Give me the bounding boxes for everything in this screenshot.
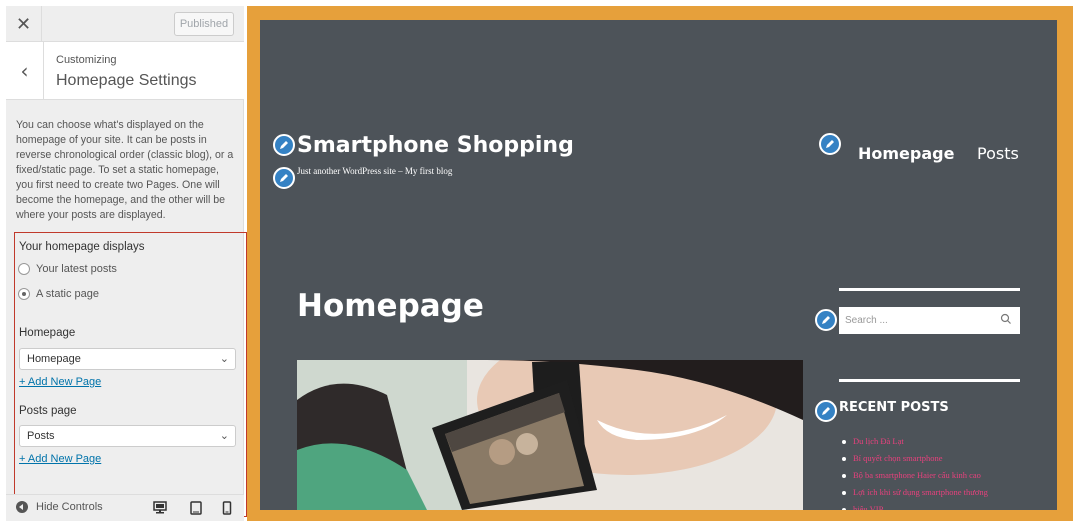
featured-image (297, 360, 803, 510)
collapse-icon (16, 501, 28, 513)
radio-label: A static page (36, 288, 99, 300)
featured-image-photo (297, 360, 803, 510)
back-button[interactable]: ‹ (6, 42, 44, 100)
hide-controls-label: Hide Controls (36, 501, 103, 513)
chevron-left-icon: ‹ (20, 59, 29, 83)
homepage-displays-label: Your homepage displays (19, 241, 145, 253)
recent-post-link[interactable]: hiệu VIP (839, 501, 1020, 510)
pencil-icon (822, 407, 830, 415)
edit-recent-posts-widget-shortcut[interactable] (815, 400, 837, 422)
pencil-icon (826, 140, 834, 148)
chevron-down-icon: ⌄ (219, 429, 229, 442)
recent-post-link[interactable]: Bí quyết chọn smartphone (839, 450, 1020, 467)
radio-latest-posts[interactable]: Your latest posts (18, 263, 117, 275)
posts-page-label: Posts page (19, 405, 77, 417)
pencil-icon (822, 316, 830, 324)
nav-item-homepage[interactable]: Homepage (858, 144, 954, 163)
edit-site-title-shortcut[interactable] (273, 134, 295, 156)
customizing-label: Customizing (56, 54, 117, 66)
chevron-down-icon: ⌄ (219, 352, 229, 365)
radio-button-checked[interactable] (18, 288, 30, 300)
section-title: Homepage Settings (56, 72, 197, 89)
homepage-settings-panel: Your homepage displays Your latest posts… (14, 232, 247, 517)
recent-post-link[interactable]: Du lịch Đà Lạt (839, 433, 1020, 450)
customizer-footer: Hide Controls (6, 494, 244, 521)
edit-tagline-shortcut[interactable] (273, 167, 295, 189)
mobile-preview-icon[interactable] (220, 501, 234, 515)
close-button[interactable]: ✕ (6, 6, 42, 42)
posts-page-select-value: Posts (27, 430, 55, 442)
recent-posts-title: RECENT POSTS (839, 400, 949, 415)
hide-controls-button[interactable]: Hide Controls (16, 501, 103, 513)
customizer-window: ✕ Published ‹ Customizing Homepage Setti… (0, 0, 1073, 521)
add-new-page-link[interactable]: + Add New Page (19, 453, 101, 465)
desktop-preview-icon[interactable] (153, 501, 167, 515)
radio-button[interactable] (18, 263, 30, 275)
tablet-preview-icon[interactable] (189, 501, 203, 515)
close-icon: ✕ (15, 13, 32, 35)
recent-post-link[interactable]: Lợi ích khi sử dụng smartphone thương (839, 484, 1020, 501)
customizer-sidebar: ✕ Published ‹ Customizing Homepage Setti… (6, 6, 247, 521)
customizer-topbar: ✕ Published (6, 6, 244, 42)
pencil-icon (280, 141, 288, 149)
search-placeholder: Search ... (845, 315, 888, 326)
recent-posts-list: Du lịch Đà Lạt Bí quyết chọn smartphone … (839, 433, 1020, 510)
posts-page-select[interactable]: Posts ⌄ (19, 425, 236, 447)
site-title[interactable]: Smartphone Shopping (297, 133, 574, 158)
site-preview: Smartphone Shopping Just another WordPre… (260, 20, 1057, 510)
divider (839, 379, 1020, 382)
section-header: ‹ Customizing Homepage Settings (6, 42, 244, 100)
site-tagline: Just another WordPress site – My first b… (297, 166, 453, 176)
divider (839, 288, 1020, 291)
recent-post-link[interactable]: Bộ ba smartphone Haier cấu kinh cao (839, 467, 1020, 484)
section-description: You can choose what's displayed on the h… (16, 119, 234, 221)
edit-menu-shortcut[interactable] (819, 133, 841, 155)
homepage-select[interactable]: Homepage ⌄ (19, 348, 236, 370)
search-icon[interactable] (1000, 313, 1012, 325)
nav-item-posts[interactable]: Posts (977, 144, 1019, 163)
published-button[interactable]: Published (174, 12, 234, 36)
add-new-page-link[interactable]: + Add New Page (19, 376, 101, 388)
pencil-icon (280, 174, 288, 182)
radio-label: Your latest posts (36, 263, 117, 275)
radio-static-page[interactable]: A static page (18, 288, 99, 300)
search-input[interactable]: Search ... (839, 307, 1020, 334)
homepage-select-value: Homepage (27, 353, 81, 365)
edit-search-widget-shortcut[interactable] (815, 309, 837, 331)
page-title: Homepage (297, 288, 484, 324)
homepage-label: Homepage (19, 327, 76, 339)
